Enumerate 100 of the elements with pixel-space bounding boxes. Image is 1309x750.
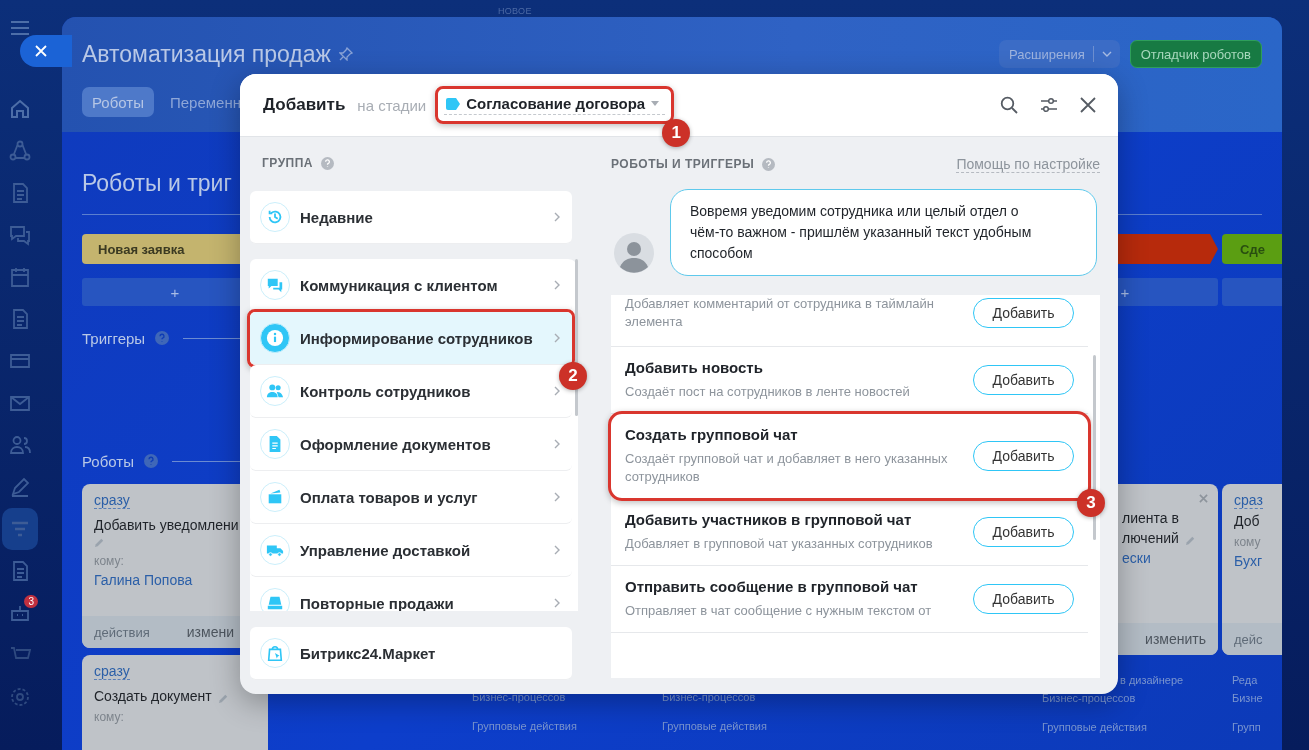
dialog-title: Добавить bbox=[263, 95, 346, 115]
section-label: РОБОТЫ И ТРИГГЕРЫ bbox=[611, 157, 755, 171]
notification-badge: 3 bbox=[24, 595, 38, 608]
edit-link[interactable]: измени bbox=[186, 624, 234, 640]
wallet-icon bbox=[260, 482, 290, 512]
info-icon bbox=[260, 323, 290, 353]
people-icon[interactable] bbox=[9, 434, 31, 456]
robot-title: Отправить сообщение в групповой чат bbox=[625, 578, 919, 595]
robot-name: Добавить уведомлени bbox=[94, 517, 240, 533]
chat-icon bbox=[260, 270, 290, 300]
robot-card[interactable]: сраз Доб кому Бухг дейс bbox=[1222, 484, 1282, 655]
robot-card[interactable]: сразу Создать документ кому: bbox=[82, 655, 268, 750]
help-icon[interactable] bbox=[762, 157, 776, 171]
section-label: Роботы bbox=[82, 452, 134, 470]
robot-name: лиента в bbox=[1122, 510, 1180, 526]
pin-icon[interactable] bbox=[338, 47, 353, 61]
robot-name: Создать документ bbox=[94, 688, 256, 704]
extensions-button[interactable]: Расширения bbox=[999, 40, 1120, 68]
footer-link[interactable]: Групповые действия bbox=[652, 720, 838, 732]
hint-bubble: Вовремя уведомим сотрудника или целый отдел о чём-то важном - пришлём указанный текст удобным способом bbox=[670, 189, 1097, 276]
calendar-icon[interactable] bbox=[9, 266, 31, 288]
group-item[interactable]: Битрикс24.Маркет bbox=[250, 627, 572, 680]
group-item[interactable]: Недавние bbox=[250, 191, 572, 244]
field-label: кому: bbox=[94, 710, 125, 724]
pencil-icon[interactable] bbox=[94, 537, 105, 548]
stage-label: на стадии bbox=[357, 96, 427, 114]
delay-link[interactable]: сразу bbox=[94, 492, 130, 509]
caret-icon bbox=[1101, 51, 1112, 57]
stage-bar[interactable]: Сде bbox=[1222, 234, 1282, 264]
tab[interactable]: Переменн bbox=[159, 87, 251, 117]
footer-link[interactable]: Групп bbox=[1232, 721, 1282, 733]
scrollbar-thumb[interactable] bbox=[575, 259, 578, 416]
actions-link[interactable]: действия bbox=[94, 624, 150, 640]
debugger-button[interactable]: Отладчик роботов bbox=[1129, 40, 1262, 68]
people-icon bbox=[260, 376, 290, 406]
footer-link[interactable]: Бизнес-процессов bbox=[652, 691, 838, 703]
help-icon[interactable] bbox=[321, 156, 335, 170]
shopping-bag-icon bbox=[260, 638, 290, 668]
chevron-icon bbox=[554, 386, 560, 396]
robot-title: Создать групповой чат bbox=[625, 426, 799, 443]
help-link[interactable]: Помощь по настройке bbox=[956, 155, 1100, 173]
home-icon[interactable] bbox=[9, 98, 31, 120]
section-label: НОВОЕ bbox=[498, 6, 532, 16]
robot-description: Добавляет в групповой чат указанных сотрудников bbox=[625, 535, 934, 553]
robot-title: Добавить новость bbox=[625, 359, 764, 376]
help-icon[interactable] bbox=[143, 454, 158, 468]
avatar bbox=[614, 233, 654, 273]
robot-description: Отправляет в чат сообщение с нужным текстом от bbox=[625, 602, 933, 620]
chevron-icon bbox=[554, 333, 560, 343]
robot-description: Создаёт групповой чат и добавляет в него указанных сотрудников bbox=[625, 450, 949, 486]
footer-link[interactable]: Групповые действия bbox=[1042, 721, 1218, 733]
history-icon bbox=[260, 202, 290, 232]
section-heading: Роботы и триг bbox=[82, 170, 233, 198]
chevron-icon bbox=[554, 492, 560, 502]
add-button[interactable]: Добавить bbox=[973, 297, 1074, 328]
add-button[interactable]: Добавить bbox=[973, 365, 1074, 395]
delay-link[interactable]: сразу bbox=[94, 663, 130, 680]
stage-dropdown[interactable]: Согласование договора bbox=[444, 95, 666, 115]
robot-name: лючений bbox=[1122, 530, 1206, 546]
robot-description: Создаёт пост на сотрудников в ленте новостей bbox=[625, 383, 911, 401]
pencil-icon[interactable] bbox=[9, 476, 31, 498]
nodes-icon[interactable] bbox=[9, 140, 31, 162]
group-item[interactable]: Коммуникация с клиентом bbox=[250, 259, 572, 312]
cash-register-icon bbox=[260, 588, 290, 611]
chevron-icon bbox=[554, 598, 560, 608]
add-button[interactable]: Добавить bbox=[973, 517, 1074, 547]
tab[interactable]: Роботы bbox=[82, 87, 154, 117]
search-icon[interactable] bbox=[1000, 96, 1018, 114]
chevron-icon bbox=[554, 280, 560, 290]
delay-link[interactable]: сраз bbox=[1234, 492, 1263, 509]
pencil-icon[interactable] bbox=[1184, 534, 1196, 546]
close-button[interactable] bbox=[20, 35, 72, 67]
chevron-icon bbox=[554, 439, 560, 449]
menu-icon[interactable] bbox=[10, 20, 30, 36]
close-icon[interactable] bbox=[1080, 97, 1096, 113]
edit-link[interactable]: изменить bbox=[1145, 631, 1206, 647]
recipient-link[interactable]: Бухг bbox=[1234, 553, 1282, 569]
footer-link[interactable]: Бизне bbox=[1232, 692, 1282, 704]
section-label: Триггеры bbox=[82, 329, 146, 347]
scrollbar-thumb[interactable] bbox=[1093, 355, 1096, 540]
close-icon bbox=[35, 45, 47, 57]
footer-link[interactable]: Бизнес-процессов bbox=[462, 691, 648, 703]
page-title: Автоматизация продаж bbox=[82, 40, 331, 68]
help-icon[interactable] bbox=[155, 331, 170, 345]
robot-description: Добавляет комментарий от сотрудника в таймлайн элемента bbox=[625, 295, 935, 331]
footer-link[interactable]: Групповые действия bbox=[462, 720, 648, 732]
footer-link[interactable]: Реда bbox=[1232, 674, 1282, 686]
robot-title: Добавить участников в групповой чат bbox=[625, 511, 913, 528]
add-button[interactable]: Добавить bbox=[973, 441, 1074, 471]
truck-icon bbox=[260, 535, 290, 565]
step-badge: 1 bbox=[662, 119, 691, 147]
add-button[interactable]: Добавить bbox=[973, 584, 1074, 614]
chevron-icon bbox=[554, 212, 560, 222]
pencil-icon[interactable] bbox=[217, 692, 229, 704]
chat-icon[interactable] bbox=[9, 224, 31, 246]
footer-link[interactable]: Бизнес-процессов bbox=[1042, 692, 1218, 704]
group-item[interactable]: Информирование сотрудников bbox=[250, 312, 572, 365]
field-label: кому bbox=[1234, 535, 1262, 549]
actions-link[interactable]: дейс bbox=[1234, 631, 1263, 647]
settings-icon[interactable] bbox=[1040, 97, 1058, 113]
